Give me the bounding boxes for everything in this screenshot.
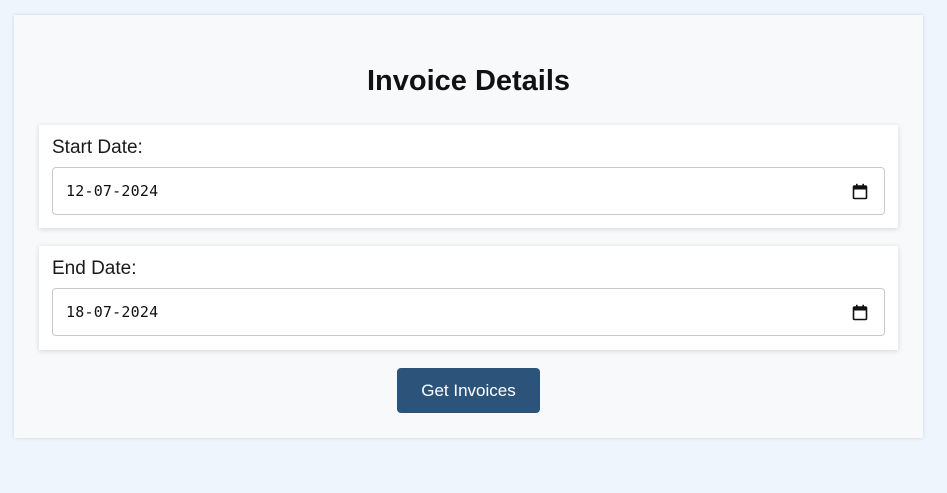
start-date-group: Start Date: 12-07-2024 (39, 125, 898, 228)
end-date-label: End Date: (52, 258, 137, 279)
calendar-icon[interactable] (852, 304, 868, 321)
start-date-input[interactable]: 12-07-2024 (52, 167, 885, 215)
get-invoices-button[interactable]: Get Invoices (397, 368, 540, 413)
end-date-value: 18-07-2024 (66, 303, 159, 321)
start-date-label: Start Date: (52, 137, 143, 158)
page-title: Invoice Details (366, 65, 571, 97)
end-date-group: End Date: 18-07-2024 (39, 246, 898, 350)
start-date-value: 12-07-2024 (66, 182, 159, 200)
calendar-icon[interactable] (852, 183, 868, 200)
invoice-details-card: Invoice Details Start Date: 12-07-2024 E… (14, 15, 923, 438)
end-date-input[interactable]: 18-07-2024 (52, 288, 885, 336)
